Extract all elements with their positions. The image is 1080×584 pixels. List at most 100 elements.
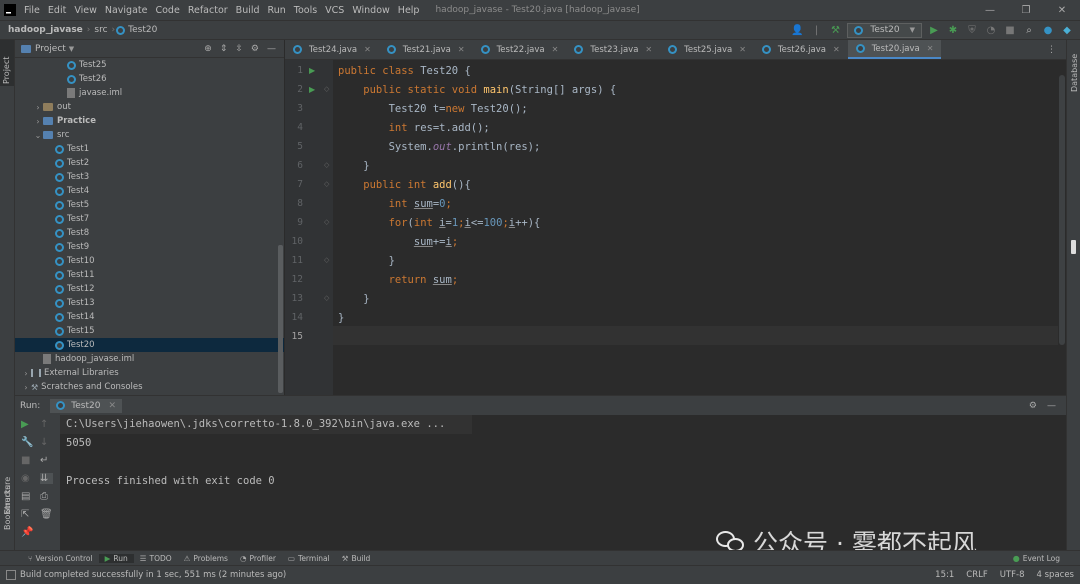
tree-item[interactable]: Test1: [15, 142, 284, 156]
tree-item[interactable]: Test9: [15, 240, 284, 254]
chevron-down-icon[interactable]: ▼: [69, 45, 74, 53]
tree-item[interactable]: › Practice: [15, 114, 284, 128]
plugin-icon[interactable]: ◆: [1060, 25, 1074, 36]
tree-item[interactable]: Test10: [15, 254, 284, 268]
tree-item[interactable]: Test5: [15, 198, 284, 212]
tab-test21[interactable]: Test21.java ✕: [379, 40, 473, 59]
menu-item-run[interactable]: Run: [264, 5, 290, 16]
wrench-icon[interactable]: 🔧: [21, 437, 33, 448]
tree-item[interactable]: Test4: [15, 184, 284, 198]
locate-icon[interactable]: ⊕: [204, 44, 212, 54]
tree-item[interactable]: ⌄ src: [15, 128, 284, 142]
search-icon[interactable]: ⌕: [1022, 25, 1036, 36]
tab-test24[interactable]: Test24.java ✕: [285, 40, 379, 59]
menu-item-view[interactable]: View: [70, 5, 101, 16]
menu-item-navigate[interactable]: Navigate: [101, 5, 152, 16]
menu-item-code[interactable]: Code: [151, 5, 183, 16]
print-icon[interactable]: ⎙: [40, 491, 53, 502]
indent-setting[interactable]: 4 spaces: [1037, 570, 1074, 580]
collapse-all-icon[interactable]: ⇳: [235, 44, 243, 54]
menu-item-file[interactable]: File: [20, 5, 44, 16]
tab-menu-icon[interactable]: ⋮: [1047, 45, 1066, 55]
menu-item-help[interactable]: Help: [394, 5, 424, 16]
hide-icon[interactable]: —: [1047, 401, 1056, 411]
project-panel-title[interactable]: Project: [35, 44, 66, 54]
tree-item[interactable]: Test11: [15, 268, 284, 282]
tool-terminal[interactable]: ▭ Terminal: [282, 554, 336, 563]
tool-run[interactable]: ▶ Run: [98, 553, 134, 563]
exit-icon[interactable]: ⇱: [21, 509, 33, 520]
close-icon[interactable]: ✕: [552, 45, 559, 54]
chevron-icon[interactable]: ›: [21, 369, 31, 378]
tool-problems[interactable]: ⚠ Problems: [178, 554, 234, 563]
breadcrumb-folder[interactable]: src: [91, 25, 110, 35]
chevron-icon[interactable]: ›: [33, 117, 43, 126]
menu-item-build[interactable]: Build: [232, 5, 264, 16]
tree-item[interactable]: Test14: [15, 310, 284, 324]
breadcrumb-file[interactable]: Test20: [128, 25, 160, 35]
close-icon[interactable]: ✕: [739, 45, 746, 54]
tree-item[interactable]: › External Libraries: [15, 366, 284, 380]
tool-todo[interactable]: ☰ TODO: [134, 554, 178, 563]
close-icon[interactable]: ✕: [108, 401, 116, 411]
layout-toggle-icon[interactable]: [6, 570, 16, 580]
tree-item[interactable]: Test26: [15, 72, 284, 86]
build-hammer-icon[interactable]: ⚒: [828, 25, 842, 36]
close-icon[interactable]: ✕: [927, 44, 934, 53]
minimize-icon[interactable]: —: [972, 5, 1008, 16]
tree-item[interactable]: Test2: [15, 156, 284, 170]
fold-icon[interactable]: ◇: [324, 85, 329, 93]
up-arrow-icon[interactable]: ↑: [40, 419, 53, 430]
bookmarks-label[interactable]: Bookmarks: [3, 485, 12, 530]
tree-item[interactable]: hadoop_javase.iml: [15, 352, 284, 366]
expand-all-icon[interactable]: ⇕: [220, 44, 228, 54]
tree-item[interactable]: Test8: [15, 226, 284, 240]
line-separator[interactable]: CRLF: [966, 570, 987, 580]
event-log-button[interactable]: Event Log: [1023, 554, 1060, 563]
menu-item-tools[interactable]: Tools: [290, 5, 321, 16]
tool-profiler[interactable]: ◔ Profiler: [234, 554, 282, 563]
stop-icon[interactable]: ■: [1003, 25, 1017, 36]
update-icon[interactable]: ●: [1041, 25, 1055, 36]
tree-item[interactable]: Test20: [15, 338, 284, 352]
fold-icon[interactable]: ◇: [324, 294, 329, 302]
run-config-select[interactable]: Test20 ▼: [847, 22, 922, 38]
fold-icon[interactable]: ◇: [324, 161, 329, 169]
tab-test23[interactable]: Test23.java ✕: [566, 40, 660, 59]
run-gutter-icon[interactable]: ▶: [309, 66, 315, 75]
code-editor[interactable]: ✔ public class Test20 { public static vo…: [333, 60, 1058, 395]
tool-build[interactable]: ⚒ Build: [336, 554, 377, 563]
tree-item[interactable]: javase.iml: [15, 86, 284, 100]
editor-scrollbar[interactable]: [1059, 75, 1065, 345]
run-icon[interactable]: ▶: [927, 25, 941, 36]
tree-item[interactable]: › out: [15, 100, 284, 114]
fold-icon[interactable]: ◇: [324, 256, 329, 264]
close-icon[interactable]: ✕: [1044, 5, 1080, 16]
fold-icon[interactable]: ◇: [324, 180, 329, 188]
menu-item-vcs[interactable]: VCS: [321, 5, 348, 16]
hide-icon[interactable]: —: [267, 44, 276, 54]
close-icon[interactable]: ✕: [645, 45, 652, 54]
caret-position[interactable]: 15:1: [935, 570, 954, 580]
tab-test25[interactable]: Test25.java ✕: [660, 40, 754, 59]
tab-test26[interactable]: Test26.java ✕: [754, 40, 848, 59]
tree-item[interactable]: Test13: [15, 296, 284, 310]
project-scrollbar[interactable]: [278, 245, 283, 393]
tree-item[interactable]: Test7: [15, 212, 284, 226]
tree-item[interactable]: Test12: [15, 282, 284, 296]
down-arrow-icon[interactable]: ↓: [40, 437, 53, 448]
soft-wrap-icon[interactable]: ↵: [40, 455, 53, 466]
menu-item-refactor[interactable]: Refactor: [184, 5, 232, 16]
gear-icon[interactable]: ⚙: [251, 44, 259, 54]
chevron-icon[interactable]: ›: [21, 383, 31, 392]
breadcrumb-project[interactable]: hadoop_javase: [0, 25, 86, 35]
tree-item[interactable]: Test15: [15, 324, 284, 338]
close-icon[interactable]: ✕: [364, 45, 371, 54]
database-tool-tab[interactable]: Database: [1070, 54, 1079, 92]
run-gutter-icon[interactable]: ▶: [309, 85, 315, 94]
tree-item[interactable]: Test3: [15, 170, 284, 184]
file-encoding[interactable]: UTF-8: [1000, 570, 1025, 580]
close-icon[interactable]: ✕: [458, 45, 465, 54]
user-icon[interactable]: 👤: [790, 25, 804, 36]
profile-icon[interactable]: ◔: [984, 25, 998, 36]
